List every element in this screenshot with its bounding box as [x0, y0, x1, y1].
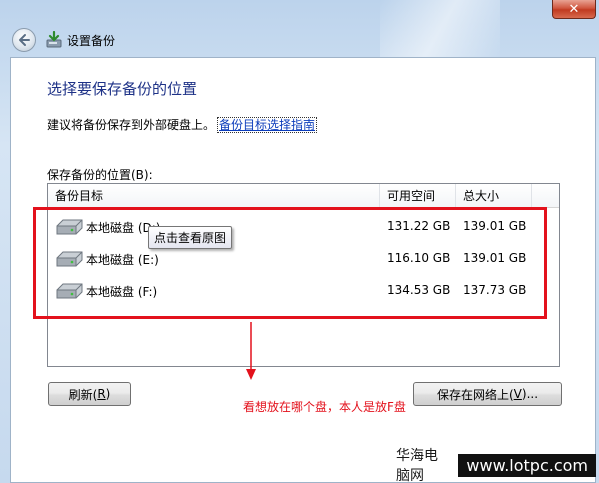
view-original-tooltip: 点击查看原图 — [148, 226, 233, 249]
network-label: 保存在网络上( — [436, 387, 514, 402]
advice-line: 建议将备份保存到外部硬盘上。 备份目标选择指南 — [47, 116, 318, 133]
refresh-label-end: ) — [105, 387, 111, 401]
refresh-label: 刷新( — [68, 387, 98, 402]
page-heading: 选择要保存备份的位置 — [47, 80, 198, 98]
close-button[interactable]: ✕ — [552, 0, 596, 19]
save-on-network-button[interactable]: 保存在网络上(V)... — [413, 382, 562, 406]
network-accesskey: V — [513, 387, 522, 401]
advice-text: 建议将备份保存到外部硬盘上。 — [47, 118, 216, 132]
glass-reflection — [380, 0, 500, 60]
backup-app-icon — [46, 31, 62, 48]
down-arrow-icon — [246, 322, 256, 380]
refresh-accesskey: R — [97, 387, 106, 401]
column-header-free-space[interactable]: 可用空间 — [380, 184, 456, 208]
list-label: 保存备份的位置(B): — [47, 168, 153, 182]
watermark-site-name: 华海电脑网 — [396, 448, 438, 483]
backup-guide-link[interactable]: 备份目标选择指南 — [217, 117, 318, 133]
back-arrow-icon — [19, 34, 30, 46]
watermark-url: www.lotpc.com — [458, 453, 596, 477]
refresh-button[interactable]: 刷新(R) — [48, 382, 131, 406]
network-label-end: )... — [521, 387, 539, 401]
window-title: 设置备份 — [67, 34, 116, 48]
back-button[interactable] — [12, 28, 36, 52]
site-watermark: 华海电脑网 www.lotpc.com — [388, 448, 596, 483]
list-header: 备份目标 可用空间 总大小 — [48, 184, 559, 208]
annotation-note: 看想放在哪个盘，本人是放F盘 — [243, 400, 406, 414]
column-header-target[interactable]: 备份目标 — [48, 184, 380, 208]
annotation-highlight-box — [33, 207, 547, 319]
column-header-total-size[interactable]: 总大小 — [456, 184, 532, 208]
